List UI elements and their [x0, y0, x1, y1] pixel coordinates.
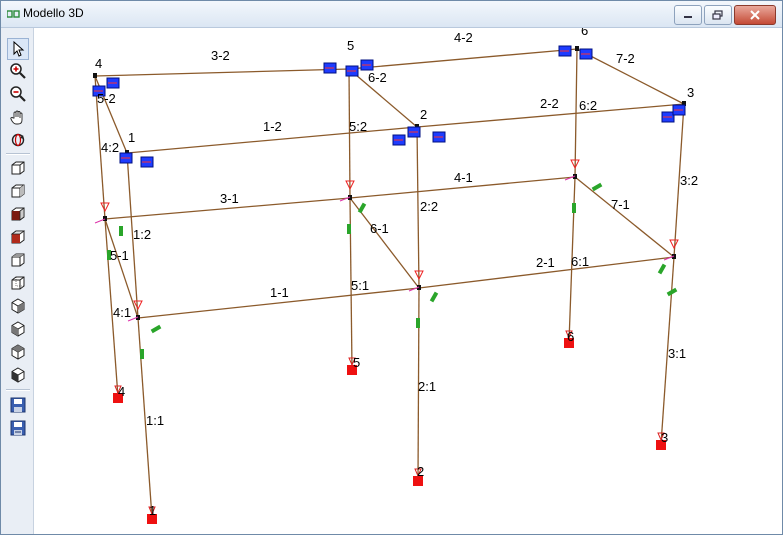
toolbar-separator — [6, 389, 30, 391]
load-marker — [657, 263, 667, 275]
model-3d-canvas[interactable]: 4 5 6 1 2 3 4 5 6 1 2 3 3-2 4-2 5-2 6-2 7-2 1-2 2-2 3-1 4-1 5… — [34, 23, 782, 534]
member-labels: 4 5 6 1 2 3 4 5 6 1 2 3 3-2 4-2 5-2 6-2 7-2 1-2 2-2 3-1 4-1 5… — [95, 23, 698, 518]
frame-members — [94, 48, 685, 519]
column-label: 3:1 — [668, 346, 686, 361]
view-iso-2-icon[interactable] — [8, 319, 28, 339]
view-cube-5-icon[interactable] — [8, 250, 28, 270]
restore-button[interactable] — [704, 5, 732, 25]
view-cube-6-icon[interactable] — [8, 273, 28, 293]
column-member — [416, 126, 420, 289]
node-label: 6 — [581, 28, 588, 38]
load-marker — [347, 224, 351, 234]
column-label: 6:2 — [579, 98, 597, 113]
save-as-icon[interactable] — [8, 418, 28, 438]
force-arrow-icon — [669, 239, 679, 250]
view-iso-4-icon[interactable] — [8, 365, 28, 385]
beam-label: 7-2 — [616, 51, 635, 66]
node-label: 2 — [420, 107, 427, 122]
zoom-out-icon[interactable] — [8, 84, 28, 104]
beam-label: 3-1 — [220, 191, 239, 206]
column-label: 6:1 — [571, 254, 589, 269]
view-cube-3-icon[interactable] — [8, 204, 28, 224]
beam-label: 6-1 — [370, 221, 389, 236]
load-marker — [150, 324, 162, 334]
node-label: 3 — [661, 430, 668, 445]
view-cube-1-icon[interactable] — [8, 158, 28, 178]
node-label: 2 — [417, 464, 424, 479]
beam-label: 7-1 — [611, 197, 630, 212]
minimize-button[interactable] — [674, 5, 702, 25]
close-button[interactable] — [734, 5, 776, 25]
node-label: 3 — [687, 85, 694, 100]
node-label: 4 — [95, 56, 102, 71]
column-label: 1:2 — [133, 227, 151, 242]
title-bar[interactable]: Modello 3D — [1, 1, 782, 28]
load-marker — [591, 182, 603, 192]
beam-label: 1-1 — [270, 285, 289, 300]
app-icon — [7, 10, 20, 18]
select-arrow-icon[interactable] — [7, 38, 29, 60]
column-label: 2:1 — [418, 379, 436, 394]
beam-label: 6-2 — [368, 70, 387, 85]
column-label: 3:2 — [680, 173, 698, 188]
toolbar-separator — [6, 153, 30, 155]
view-cube-2-icon[interactable] — [8, 181, 28, 201]
close-icon — [750, 10, 760, 20]
load-marker — [357, 202, 367, 214]
column-label: 2:2 — [420, 199, 438, 214]
restore-icon — [712, 10, 723, 20]
node-label: 1 — [149, 503, 156, 518]
node-label: 6 — [567, 329, 574, 344]
column-label: 5:1 — [351, 278, 369, 293]
view-cube-4-icon[interactable] — [8, 227, 28, 247]
node-label: 5 — [347, 38, 354, 53]
beam-label: 4-2 — [454, 30, 473, 45]
beam-label: 1-2 — [263, 119, 282, 134]
save-icon[interactable] — [8, 395, 28, 415]
beam-member — [348, 48, 578, 70]
node-marker — [103, 216, 107, 221]
view-iso-3-icon[interactable] — [8, 342, 28, 362]
column-label: 4:1 — [113, 305, 131, 320]
beam-label: 2-2 — [540, 96, 559, 111]
load-marker — [416, 318, 420, 328]
column-label: 1:1 — [146, 413, 164, 428]
load-marker — [429, 291, 439, 303]
load-marker — [119, 226, 123, 236]
minimize-icon — [684, 16, 692, 18]
node-marker — [93, 73, 97, 78]
vertical-toolbar — [1, 28, 34, 534]
beam-label: 3-2 — [211, 48, 230, 63]
beam-label: 5-1 — [110, 248, 129, 263]
node-marker — [575, 46, 579, 51]
structure-drawing[interactable]: 4 5 6 1 2 3 4 5 6 1 2 3 3-2 4-2 5-2 6-2 7-2 1-2 2-2 3-1 4-1 5… — [34, 23, 782, 534]
beam-label: 4-1 — [454, 170, 473, 185]
pan-hand-icon[interactable] — [8, 107, 28, 127]
beam-label: 2-1 — [536, 255, 555, 270]
view-iso-1-icon[interactable] — [8, 296, 28, 316]
column-label: 4:2 — [101, 140, 119, 155]
member-markers — [92, 45, 686, 524]
column-label: 5:2 — [349, 119, 367, 134]
rotate-icon[interactable] — [8, 130, 28, 150]
zoom-in-icon[interactable] — [8, 61, 28, 81]
beam-member — [574, 176, 675, 258]
node-label: 5 — [353, 355, 360, 370]
modello-3d-window: Modello 3D 4 5 6 1 2 3 4 5 6 1 2 3 3-2 4… — [0, 0, 783, 535]
load-marker — [572, 203, 576, 213]
beam-label: 5-2 — [97, 91, 116, 106]
node-label: 4 — [118, 384, 125, 399]
beam-member — [94, 68, 350, 77]
node-label: 1 — [128, 130, 135, 145]
window-title: Modello 3D — [23, 6, 84, 20]
load-marker — [140, 349, 144, 359]
